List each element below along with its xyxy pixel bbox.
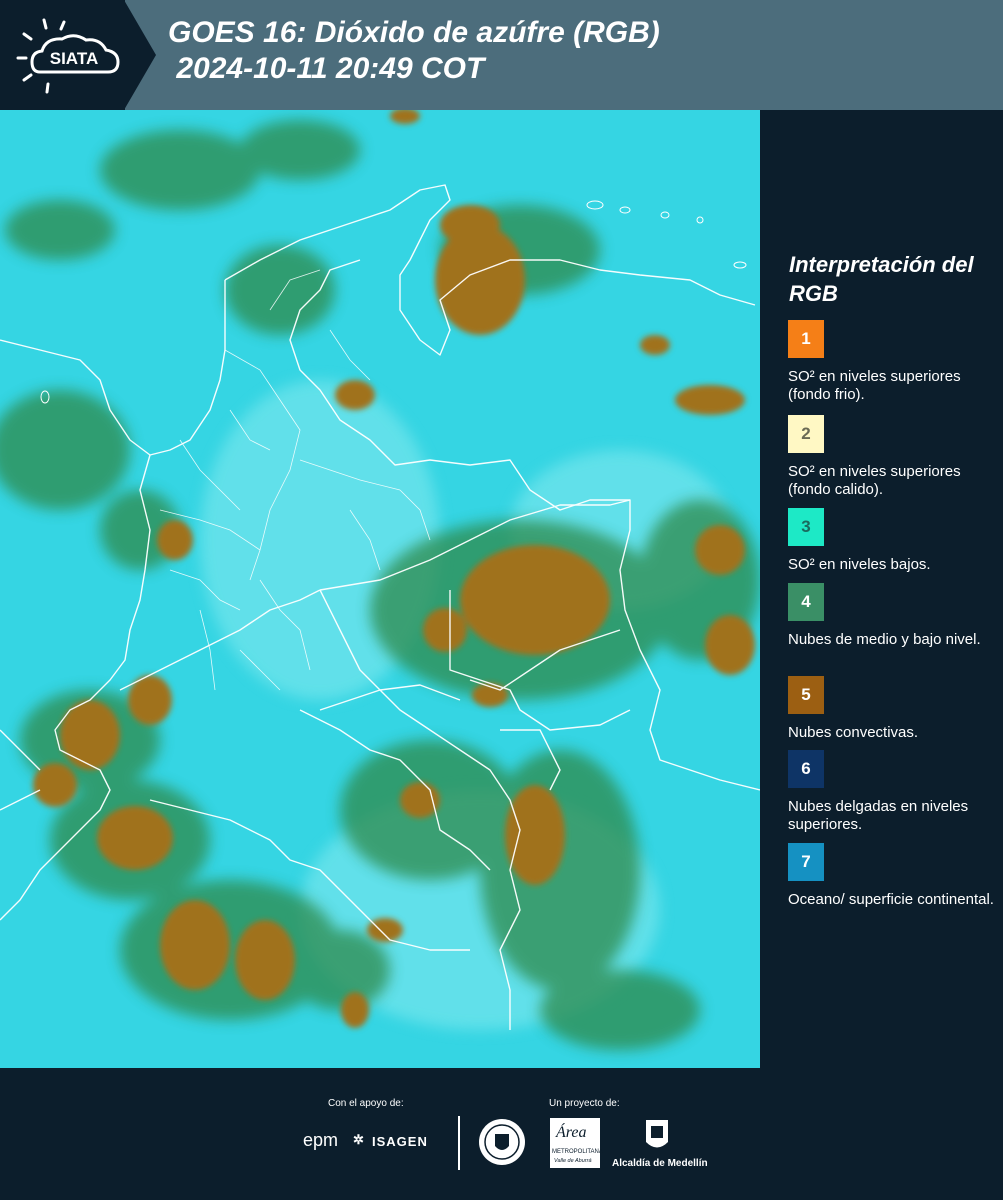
legend-swatch-4: 4 <box>788 583 824 621</box>
legend-label-4: Nubes de medio y bajo nivel. <box>788 631 981 648</box>
area-metro-text: Área <box>556 1124 587 1141</box>
legend-item-4: 4 Nubes de medio y bajo nivel. <box>788 583 1000 649</box>
legend-panel: Interpretación del RGB 1 SO² en niveles … <box>762 110 1003 1068</box>
legend-label-3: SO² en niveles bajos. <box>788 556 931 573</box>
satellite-image <box>0 110 760 1068</box>
legend-number-5: 5 <box>801 685 811 704</box>
legend-number-7: 7 <box>801 852 811 871</box>
legend-number-4: 4 <box>801 592 811 611</box>
legend-swatch-7: 7 <box>788 843 824 881</box>
legend-number-2: 2 <box>801 424 811 443</box>
legend-item-5: 5 Nubes convectivas. <box>788 676 1000 742</box>
satellite-map[interactable] <box>0 110 760 1068</box>
legend-item-6: 6 Nubes delgadas en niveles superiores. <box>788 750 1000 834</box>
legend-label-5: Nubes convectivas. <box>788 724 919 741</box>
legend-label-2: SO² en niveles superiores (fondo calido)… <box>788 463 961 498</box>
legend-number-6: 6 <box>801 759 811 778</box>
legend-number-3: 3 <box>801 517 811 536</box>
project-label: Un proyecto de: <box>549 1098 620 1109</box>
siata-logo[interactable]: SIATA <box>14 14 126 96</box>
legend-label-7: Oceano/ superficie continental. <box>788 891 994 908</box>
area-metro-subtext: METROPOLITANA <box>552 1149 603 1155</box>
area-metro-subtext2: Valle de Aburrá <box>554 1158 592 1164</box>
legend-item-1: 1 SO² en niveles superiores (fondo frio)… <box>788 320 1000 404</box>
legend-label-1: SO² en niveles superiores (fondo frio). <box>788 368 961 403</box>
footer: Con el apoyo de: Un proyecto de: epm ✲ I… <box>0 1068 1003 1200</box>
alcaldia-label[interactable]: Alcaldía de Medellín <box>612 1158 708 1169</box>
support-label: Con el apoyo de: <box>328 1098 404 1109</box>
legend-swatch-2: 2 <box>788 415 824 453</box>
alcaldia-shield-icon <box>644 1118 670 1154</box>
legend-item-3: 3 SO² en niveles bajos. <box>788 508 1000 574</box>
page-title: GOES 16: Dióxido de azúfre (RGB) 2024-10… <box>168 15 660 87</box>
siata-logo-text: SIATA <box>50 49 98 68</box>
siata-logo-icon: SIATA <box>16 18 120 94</box>
header: SIATA GOES 16: Dióxido de azúfre (RGB) 2… <box>0 0 1003 110</box>
medellin-seal-icon[interactable] <box>478 1118 526 1166</box>
legend-number-1: 1 <box>801 329 811 348</box>
legend-swatch-6: 6 <box>788 750 824 788</box>
page-title-line2: 2024-10-11 20:49 COT <box>168 52 485 85</box>
legend-swatch-5: 5 <box>788 676 824 714</box>
page-title-line1: GOES 16: Dióxido de azúfre (RGB) <box>168 16 660 49</box>
isagen-logo-icon: ✲ <box>353 1132 364 1147</box>
isagen-logo[interactable]: ISAGEN <box>372 1134 428 1149</box>
legend-swatch-1: 1 <box>788 320 824 358</box>
legend-swatch-3: 3 <box>788 508 824 546</box>
epm-logo[interactable]: epm <box>303 1130 338 1151</box>
footer-divider <box>458 1116 460 1170</box>
legend-item-7: 7 Oceano/ superficie continental. <box>788 843 1000 909</box>
area-metropolitana-logo[interactable]: Área METROPOLITANA Valle de Aburrá <box>550 1118 603 1168</box>
header-chevron <box>124 0 156 110</box>
legend-label-6: Nubes delgadas en niveles superiores. <box>788 798 969 833</box>
legend-item-2: 2 SO² en niveles superiores (fondo calid… <box>788 415 1000 499</box>
legend-title: Interpretación del RGB <box>789 252 974 306</box>
